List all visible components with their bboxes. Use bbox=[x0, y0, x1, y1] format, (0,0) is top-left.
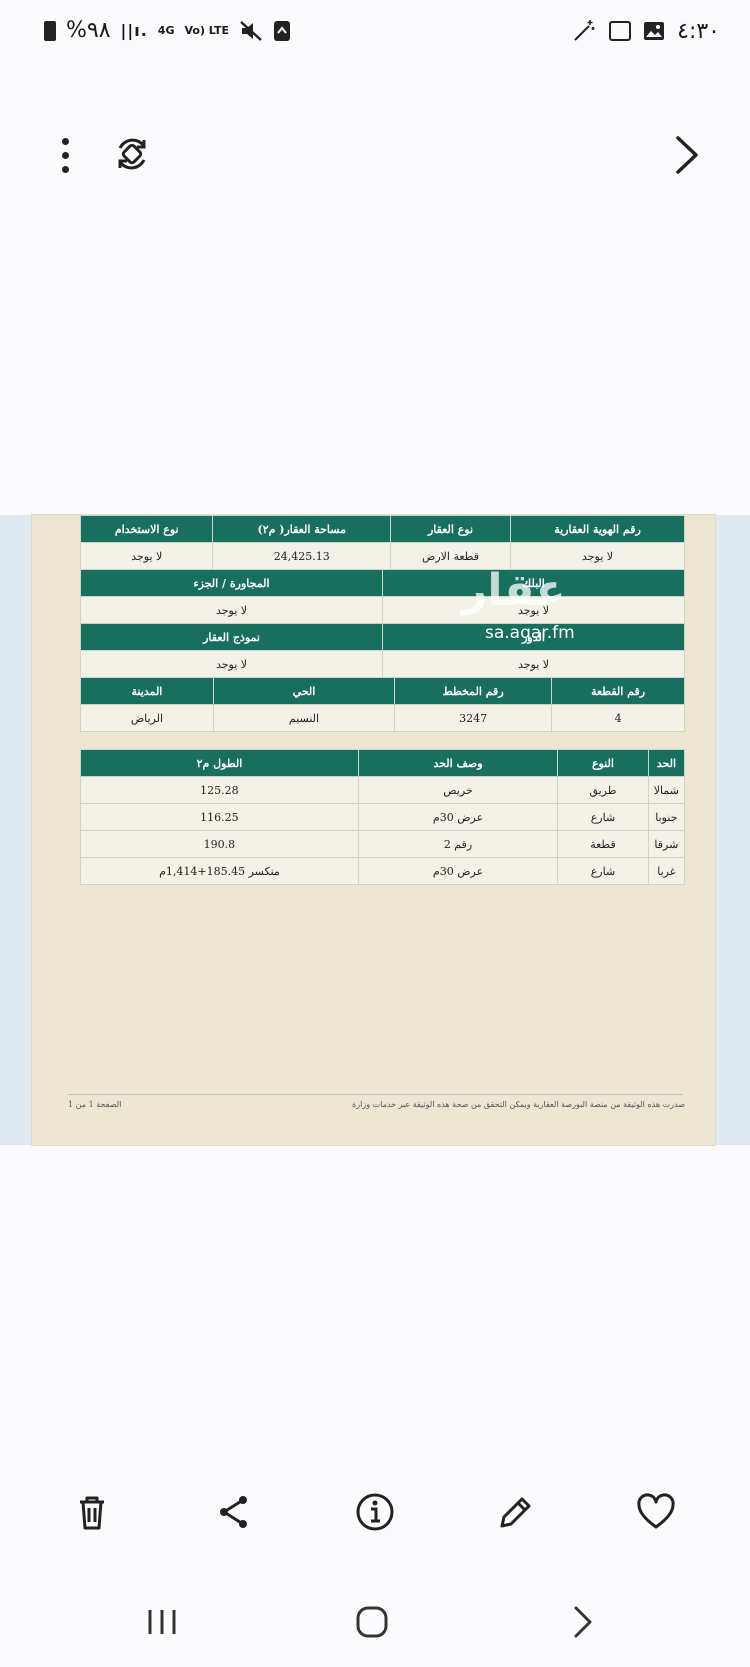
header-city: المدينة bbox=[80, 677, 214, 705]
header-boundary-type: النوع bbox=[557, 749, 649, 777]
header-property-type: نوع العقار bbox=[389, 515, 512, 543]
rotate-icon[interactable] bbox=[112, 134, 152, 174]
boundary-type: قطعة bbox=[557, 830, 649, 858]
value-plot-number: 4 bbox=[551, 704, 685, 732]
footer-divider bbox=[68, 1094, 683, 1095]
battery-icon bbox=[44, 20, 56, 41]
recent-apps-icon[interactable] bbox=[140, 1600, 184, 1644]
floor-table: الدور نموذج العقار لا يوجد لا يوجد bbox=[80, 623, 685, 678]
home-icon[interactable] bbox=[350, 1600, 394, 1644]
table-row: غربا شارع عرض 30م منكسر 185.45+1,414م bbox=[80, 857, 686, 885]
edit-icon[interactable] bbox=[494, 1490, 538, 1534]
table-row: شمالا طريق خريص 125.28 bbox=[80, 776, 686, 804]
more-options-icon[interactable] bbox=[50, 138, 80, 178]
value-neighborhood-part: لا يوجد bbox=[80, 596, 383, 624]
status-bar: %٩٨ ||ı. 4G Vo) LTE ٤:٣٠ bbox=[0, 0, 750, 70]
watermark-logo: عقار bbox=[462, 565, 566, 616]
back-icon[interactable] bbox=[560, 1600, 604, 1644]
info-icon[interactable] bbox=[353, 1490, 397, 1534]
footer-page-number: الصفحة 1 من 1 bbox=[68, 1100, 122, 1109]
viewer-background-left bbox=[0, 515, 32, 1145]
chevron-right-icon[interactable] bbox=[666, 132, 706, 178]
battery-percent: %٩٨ bbox=[66, 18, 111, 43]
boundaries-table: الحد النوع وصف الحد الطول م٢ شمالا طريق … bbox=[80, 749, 686, 885]
gallery-icon bbox=[644, 22, 665, 40]
viewer-toolbar bbox=[0, 120, 750, 190]
boundary-direction: جنوبا bbox=[647, 803, 686, 831]
boundary-direction: غربا bbox=[647, 857, 686, 885]
header-neighborhood-part: المجاورة / الجزء bbox=[80, 569, 383, 597]
table-row: شرقا قطعة رقم 2 190.8 bbox=[80, 830, 686, 858]
table-row: جنوبا شارع عرض 30م 116.25 bbox=[80, 803, 686, 831]
boundary-description: رقم 2 bbox=[357, 830, 559, 858]
bottom-action-bar bbox=[0, 1490, 750, 1550]
header-property-model: نموذج العقار bbox=[80, 623, 383, 651]
status-left: %٩٨ ||ı. 4G Vo) LTE bbox=[44, 18, 291, 43]
header-property-id: رقم الهوية العقارية bbox=[510, 515, 685, 543]
calendar-icon bbox=[609, 21, 632, 41]
network-type: 4G bbox=[157, 24, 175, 37]
boundary-direction: شمالا bbox=[647, 776, 686, 804]
boundary-type: طريق bbox=[557, 776, 649, 804]
mute-icon bbox=[240, 20, 262, 41]
boundary-description: عرض 30م bbox=[357, 857, 559, 885]
value-district: النسيم bbox=[212, 704, 396, 732]
header-boundary-length: الطول م٢ bbox=[80, 749, 359, 777]
block-table: البلك المجاورة / الجزء لا يوجد لا يوجد bbox=[80, 569, 685, 624]
favorite-icon[interactable] bbox=[634, 1490, 678, 1534]
volte-badge: Vo) LTE bbox=[184, 24, 230, 37]
clock: ٤:٣٠ bbox=[677, 18, 720, 44]
header-boundary-description: وصف الحد bbox=[357, 749, 559, 777]
value-property-area: 24,425.13 bbox=[212, 542, 391, 570]
status-right: ٤:٣٠ bbox=[571, 18, 720, 44]
header-district: الحي bbox=[212, 677, 396, 705]
boundary-type: شارع bbox=[557, 803, 649, 831]
header-boundary: الحد bbox=[647, 749, 686, 777]
header-plot-number: رقم القطعة bbox=[551, 677, 685, 705]
value-property-model: لا يوجد bbox=[80, 650, 383, 678]
header-usage-type: نوع الاستخدام bbox=[79, 515, 214, 543]
boundary-description: عرض 30م bbox=[357, 803, 559, 831]
value-floor: لا يوجد bbox=[382, 650, 685, 678]
boundary-length: 125.28 bbox=[80, 776, 359, 804]
location-table: رقم القطعة رقم المخطط الحي المدينة 4 324… bbox=[80, 677, 685, 732]
trash-icon[interactable] bbox=[70, 1490, 114, 1534]
header-plan-number: رقم المخطط bbox=[394, 677, 553, 705]
watermark-url: sa.aqar.fm bbox=[485, 623, 575, 643]
value-usage-type: لا يوجد bbox=[79, 542, 214, 570]
sparkle-icon bbox=[574, 20, 595, 41]
boundary-length: 116.25 bbox=[80, 803, 359, 831]
system-navigation-bar bbox=[0, 1600, 750, 1660]
boundary-type: شارع bbox=[557, 857, 649, 885]
property-info-table: رقم الهوية العقارية نوع العقار مساحة الع… bbox=[79, 515, 685, 570]
viewer-background-right bbox=[715, 515, 750, 1145]
boundary-length: 190.8 bbox=[80, 830, 359, 858]
boundary-length: منكسر 185.45+1,414م bbox=[80, 857, 359, 885]
signal-icon: ||ı. bbox=[120, 21, 148, 40]
boundary-direction: شرقا bbox=[647, 830, 686, 858]
value-plan-number: 3247 bbox=[394, 704, 553, 732]
header-property-area: مساحة العقار( م٢) bbox=[212, 515, 391, 543]
value-city: الرياض bbox=[80, 704, 214, 732]
sync-icon bbox=[274, 20, 291, 41]
boundary-description: خريص bbox=[357, 776, 559, 804]
footer-note: صدرت هذه الوثيقة من منصة البورصة العقاري… bbox=[350, 1100, 685, 1109]
share-icon[interactable] bbox=[212, 1490, 256, 1534]
